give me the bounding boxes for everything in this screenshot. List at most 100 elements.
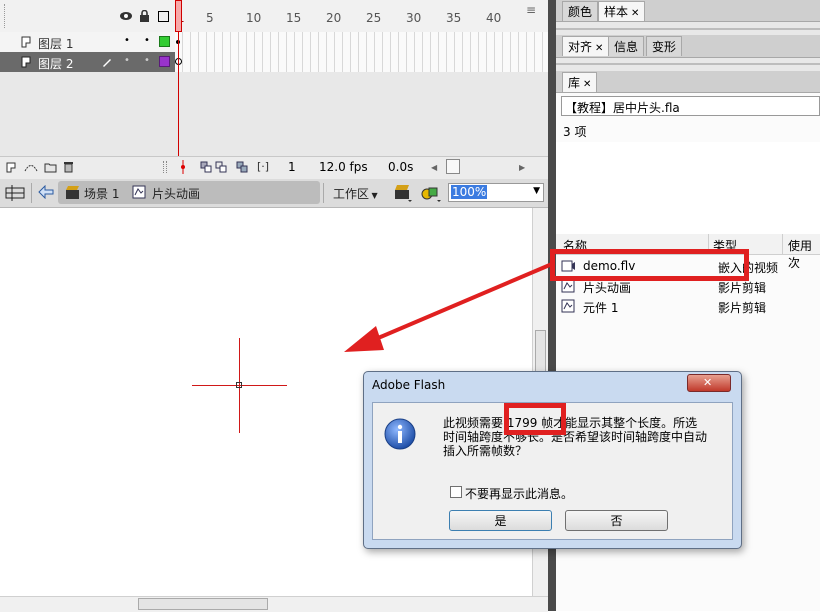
new-layer-icon[interactable] [6,162,18,173]
timeline-options-icon[interactable]: ≡ [526,3,536,17]
playhead[interactable] [175,0,182,32]
movieclip-icon [132,185,146,199]
onion-skin-icon[interactable] [200,161,212,173]
item-name: 片头动画 [583,281,632,295]
timeline-status-bar: [·] 1 12.0 fps 0.0s ◀ ▶ [0,156,548,179]
scroll-right-arrow[interactable]: ▶ [519,163,525,172]
scene-label[interactable]: 场景 1 [84,185,119,202]
no-button[interactable]: 否 [565,510,668,531]
frame-number: 35 [446,11,462,25]
tab-label: 颜色 [568,5,593,19]
visibility-dot[interactable]: • [124,35,130,46]
tab-label: 库 [568,76,581,90]
tab-label: 样本 [604,5,629,19]
tab-label: 信息 [614,40,639,54]
item-type: 影片剪辑 [718,281,767,295]
frame-cells[interactable] [175,52,548,72]
close-button[interactable]: ✕ [687,374,731,392]
frame-number: 40 [486,11,502,25]
workspace-menu[interactable]: 工作区 ▼ [333,185,378,202]
edit-multiple-frames-icon[interactable] [236,161,248,173]
close-icon: ✕ [703,376,713,389]
layer-color-swatch[interactable] [159,56,170,67]
item-name: 元件 1 [583,301,619,315]
document-name: 【教程】居中片头.fla [565,101,680,115]
item-count: 3 项 [563,125,587,139]
layer-name[interactable]: 图层 1 [38,35,73,52]
add-guide-layer-icon[interactable] [24,162,38,173]
layer-name[interactable]: 图层 2 [38,55,73,72]
edit-bar: 场景 1 片头动画 工作区 ▼ 100% ▼ [0,179,548,208]
dialog-message-line: 插入所需帧数？ [443,444,528,458]
layer-row[interactable]: 图层 1 • • [0,32,548,53]
center-frame-icon[interactable] [180,160,186,174]
close-icon[interactable]: ✕ [631,8,639,19]
zoom-select[interactable]: 100% ▼ [448,183,544,202]
current-frame: 1 [288,160,296,174]
frame-number: 15 [286,11,302,25]
frame-number: 25 [366,11,382,25]
breadcrumb: 场景 1 片头动画 [58,181,320,204]
yes-button[interactable]: 是 [449,510,552,531]
elapsed-time: 0.0s [388,160,414,174]
frame-rate[interactable]: 12.0 fps [319,160,368,174]
chevron-down-icon[interactable]: ▼ [533,186,540,196]
tab-align[interactable]: 对齐 ✕ [562,36,610,56]
lock-dot[interactable]: • [144,55,150,66]
frame-number: 20 [326,11,342,25]
item-type: 影片剪辑 [718,301,767,315]
timeline-scroll-thumb[interactable] [446,159,460,174]
outline-icon[interactable] [158,11,169,22]
lock-icon[interactable] [139,10,150,22]
timeline-panel: 1 5 10 15 20 25 30 35 40 ≡ 图层 1 • • 图层 2… [0,0,548,179]
zoom-value[interactable]: 100% [451,185,488,199]
info-icon [384,418,416,450]
tab-label: 对齐 [568,40,593,54]
highlight-box [550,249,749,281]
scroll-left-arrow[interactable]: ◀ [431,163,437,172]
resize-handle[interactable] [163,161,167,173]
onion-outline-icon[interactable] [215,161,227,173]
dialog-title: Adobe Flash [372,378,446,392]
document-select[interactable]: 【教程】居中片头.fla [561,96,820,116]
checkbox-label[interactable]: 不要再显示此消息。 [465,485,573,502]
tab-label: 变形 [652,40,677,54]
movieclip-icon [561,279,575,293]
back-arrow-icon[interactable] [38,185,54,199]
horizontal-scroll-thumb[interactable] [138,598,268,610]
visibility-dot[interactable]: • [124,55,130,66]
layer-icon [21,36,31,48]
annotation-arrow [344,262,553,352]
highlight-box [504,403,566,435]
tab-transform[interactable]: 变形 [646,36,683,56]
layer-row-selected[interactable]: 图层 2 • • [0,52,548,72]
horizontal-scrollbar[interactable] [0,596,548,612]
registration-point [236,382,242,388]
lock-dot[interactable]: • [144,35,150,46]
timeline-toggle-icon[interactable] [5,184,25,202]
edit-symbols-icon[interactable] [420,183,442,203]
pencil-icon [103,59,111,67]
frame-cells[interactable] [175,32,548,53]
dont-show-checkbox[interactable] [450,486,462,498]
layer-icon [21,56,31,68]
tab-library[interactable]: 库 ✕ [562,72,598,92]
frame-number: 10 [246,11,262,25]
workspace-label: 工作区 [333,187,370,201]
close-icon[interactable]: ✕ [583,79,591,90]
tab-info[interactable]: 信息 [608,36,645,56]
drag-handle[interactable] [4,4,8,28]
close-icon[interactable]: ✕ [595,43,603,54]
list-item[interactable]: 元件 1 影片剪辑 [556,296,820,316]
layer-color-swatch[interactable] [159,36,170,47]
modify-markers-icon[interactable]: [·] [257,160,269,173]
edit-scene-icon[interactable] [393,183,413,203]
scene-icon [66,186,79,199]
tab-swatches[interactable]: 样本 ✕ [598,1,646,21]
delete-icon[interactable] [63,161,74,173]
eye-icon[interactable] [119,11,133,21]
new-folder-icon[interactable] [44,162,57,173]
tab-color[interactable]: 颜色 [562,1,599,21]
symbol-label[interactable]: 片头动画 [152,185,200,202]
frame-number: 30 [406,11,422,25]
